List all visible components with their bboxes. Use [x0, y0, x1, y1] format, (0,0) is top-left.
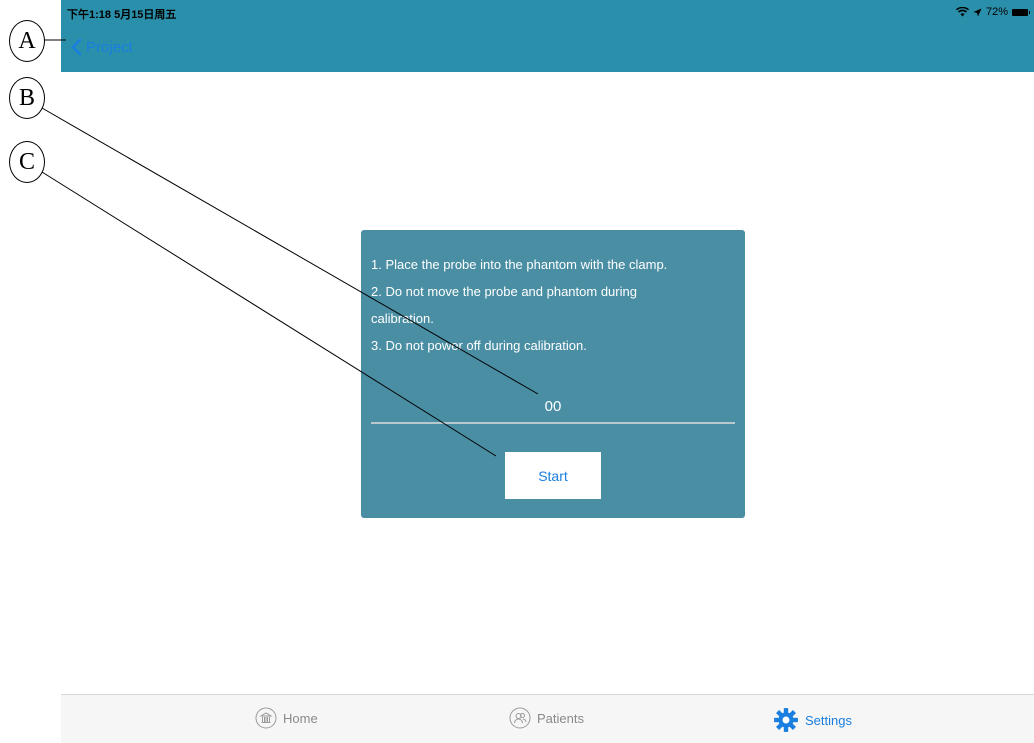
- callout-a: A: [9, 20, 45, 62]
- callout-c: C: [9, 141, 45, 183]
- callout-b-line: [41, 107, 539, 395]
- callout-c-line: [41, 171, 497, 457]
- callout-lines: [41, 39, 539, 457]
- callout-b: B: [9, 77, 45, 119]
